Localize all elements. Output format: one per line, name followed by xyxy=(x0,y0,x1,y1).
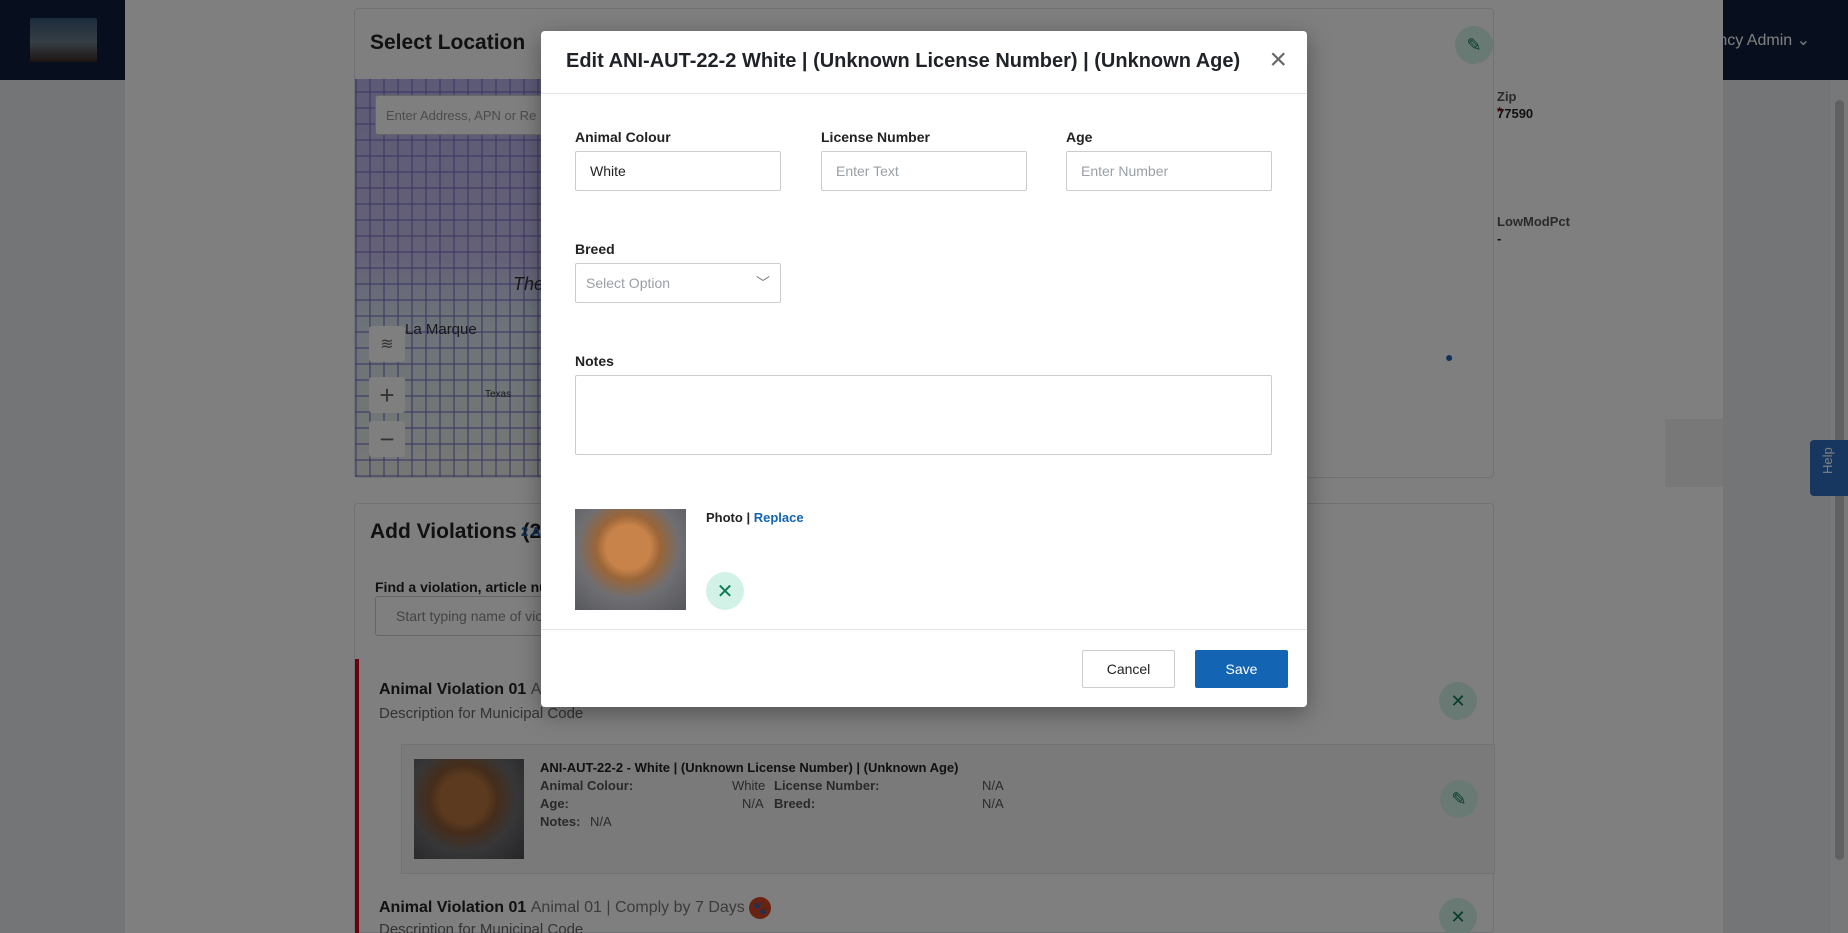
save-button[interactable]: Save xyxy=(1195,650,1288,688)
animal-photo xyxy=(575,509,686,610)
breed-select-value: Select Option xyxy=(586,275,671,291)
license-number-label: License Number xyxy=(821,129,930,145)
license-number-input[interactable] xyxy=(821,151,1027,191)
remove-photo-button[interactable]: ✕ xyxy=(706,572,744,610)
notes-label: Notes xyxy=(575,353,614,369)
chevron-down-icon: ﹀ xyxy=(756,275,770,291)
notes-textarea[interactable] xyxy=(575,375,1272,455)
edit-animal-modal: Edit ANI-AUT-22-2 White | (Unknown Licen… xyxy=(541,31,1307,707)
replace-photo-link[interactable]: Replace xyxy=(754,510,804,525)
close-icon[interactable]: × xyxy=(1269,45,1287,75)
modal-header: Edit ANI-AUT-22-2 White | (Unknown Licen… xyxy=(541,31,1307,94)
age-input[interactable] xyxy=(1066,151,1272,191)
breed-select[interactable]: Select Option ﹀ xyxy=(575,263,781,303)
photo-label: Photo | Replace xyxy=(706,510,804,525)
cancel-button[interactable]: Cancel xyxy=(1082,650,1175,688)
breed-label: Breed xyxy=(575,241,615,257)
modal-footer: Cancel Save xyxy=(541,629,1307,707)
animal-colour-input[interactable] xyxy=(575,151,781,191)
close-icon: ✕ xyxy=(716,580,734,603)
animal-colour-label: Animal Colour xyxy=(575,129,671,145)
age-label: Age xyxy=(1066,129,1093,145)
modal-title: Edit ANI-AUT-22-2 White | (Unknown Licen… xyxy=(566,50,1241,72)
